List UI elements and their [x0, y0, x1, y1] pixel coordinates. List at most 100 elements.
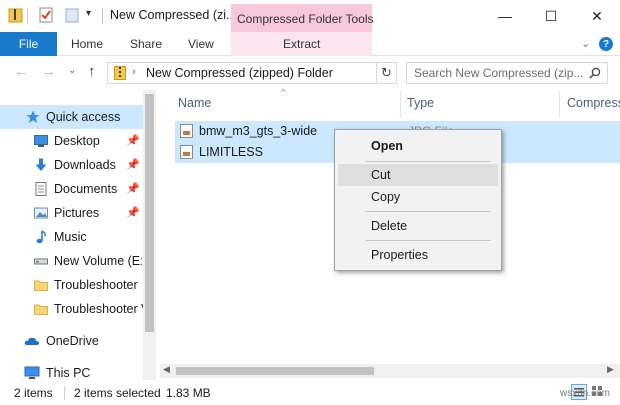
maximize-button[interactable]: ☐: [528, 0, 574, 32]
sidebar-item-label: Desktop: [54, 134, 100, 148]
documents-icon: [35, 182, 47, 196]
menu-item-label: Copy: [371, 190, 401, 204]
search-input[interactable]: Search New Compressed (zip...: [406, 62, 608, 84]
this-pc-icon: [24, 366, 40, 379]
image-file-icon: [180, 124, 193, 138]
recent-locations-icon[interactable]: ⌄: [68, 65, 76, 76]
up-button[interactable]: ↑: [88, 63, 96, 80]
column-header-compressed-size[interactable]: Compress: [567, 96, 620, 110]
menu-divider: [366, 240, 491, 241]
sidebar-item-label: New Volume (E:): [54, 254, 142, 268]
menu-item-copy[interactable]: Copy: [338, 186, 498, 208]
tab-extract[interactable]: Extract: [283, 37, 320, 51]
forward-button[interactable]: →: [41, 63, 56, 80]
folder-icon: [34, 280, 48, 291]
status-divider: [64, 386, 65, 400]
menu-item-label: Cut: [371, 168, 391, 182]
sidebar-item-label: Documents: [54, 182, 118, 196]
navigation-pane: Quick access Desktop 📌 Downloads 📌 Docum…: [0, 90, 156, 380]
breadcrumb-separator-icon: ›: [132, 66, 136, 78]
ribbon-tabs: File Home Share View Extract ⌄ ?: [0, 32, 620, 56]
drive-icon: [34, 258, 48, 265]
sidebar-item-label: Troubleshooter: [54, 278, 138, 292]
music-icon: [36, 230, 46, 244]
sidebar-item-onedrive[interactable]: OneDrive: [0, 329, 143, 353]
menu-item-label: Properties: [371, 248, 428, 262]
sidebar-item-downloads[interactable]: Downloads 📌: [0, 153, 143, 177]
new-folder-icon[interactable]: [64, 7, 80, 23]
context-tab-group-label: Compressed Folder Tools: [237, 12, 374, 26]
pictures-icon: [34, 207, 48, 219]
file-name: bmw_m3_gts_3-wide: [199, 124, 318, 138]
sidebar-item-label: Downloads: [54, 158, 116, 172]
horizontal-scrollbar-thumb[interactable]: [176, 367, 374, 375]
context-menu: Open Cut Copy Delete Properties: [334, 129, 502, 271]
properties-icon[interactable]: [38, 7, 54, 23]
menu-item-delete[interactable]: Delete: [338, 215, 498, 237]
pin-icon[interactable]: 📌: [126, 206, 140, 219]
tab-file[interactable]: File: [0, 32, 57, 56]
sidebar-item-label: This PC: [46, 366, 91, 380]
minimize-button[interactable]: —: [482, 0, 528, 32]
title-bar: ▾ New Compressed (zi... Compressed Folde…: [0, 0, 620, 32]
menu-item-open[interactable]: Open: [338, 135, 498, 157]
column-header-name[interactable]: Name: [178, 96, 211, 110]
watermark: wsxdn.com: [560, 388, 611, 399]
onedrive-icon: [24, 337, 39, 345]
sidebar-item-new-volume[interactable]: New Volume (E:): [0, 249, 143, 273]
image-file-icon: [180, 145, 193, 159]
address-bar[interactable]: › New Compressed (zipped) Folder ⌄: [107, 62, 474, 84]
column-divider[interactable]: [400, 90, 401, 118]
sidebar-item-music[interactable]: Music: [0, 225, 143, 249]
sidebar-item-documents[interactable]: Documents 📌: [0, 177, 143, 201]
sidebar-item-troubleshooter[interactable]: Troubleshooter: [0, 273, 143, 297]
window-title: New Compressed (zi...: [110, 8, 237, 22]
sidebar-item-desktop[interactable]: Desktop 📌: [0, 129, 143, 153]
zip-folder-icon: [114, 66, 126, 80]
pin-icon[interactable]: 📌: [126, 134, 140, 147]
ribbon-collapse-icon[interactable]: ⌄: [581, 37, 590, 50]
star-icon: [26, 110, 40, 123]
sidebar-item-this-pc[interactable]: This PC: [0, 361, 143, 380]
menu-divider: [366, 211, 491, 212]
refresh-button[interactable]: ↻: [377, 62, 397, 84]
menu-item-properties[interactable]: Properties: [338, 244, 498, 266]
search-icon[interactable]: [589, 67, 601, 79]
horizontal-scrollbar[interactable]: ◀ ▶: [160, 364, 620, 378]
breadcrumb[interactable]: New Compressed (zipped) Folder: [146, 66, 333, 80]
sidebar-item-troubleshooter-v[interactable]: Troubleshooter V: [0, 297, 143, 321]
nav-scrollbar[interactable]: [143, 90, 156, 380]
tab-home[interactable]: Home: [71, 37, 103, 51]
sidebar-item-label: Troubleshooter V: [54, 302, 143, 316]
column-divider[interactable]: [559, 90, 560, 118]
tab-view[interactable]: View: [188, 37, 214, 51]
item-count: 2 items: [14, 386, 53, 400]
menu-item-cut[interactable]: Cut: [338, 164, 498, 186]
menu-divider: [366, 161, 491, 162]
selection-size: 1.83 MB: [166, 386, 211, 400]
sidebar-item-pictures[interactable]: Pictures 📌: [0, 201, 143, 225]
close-button[interactable]: ✕: [574, 0, 620, 32]
selection-count: 2 items selected: [74, 386, 161, 400]
scroll-left-icon[interactable]: ◀: [163, 364, 170, 375]
nav-scrollbar-thumb[interactable]: [145, 94, 154, 332]
pin-icon[interactable]: 📌: [126, 158, 140, 171]
context-tab-group: Compressed Folder Tools: [231, 4, 374, 32]
column-header-type[interactable]: Type: [407, 96, 434, 110]
sort-ascending-icon: ^: [281, 87, 286, 97]
sidebar-item-quick-access[interactable]: Quick access: [0, 105, 143, 129]
scroll-right-icon[interactable]: ▶: [607, 364, 614, 375]
qat-customize-icon[interactable]: ▾: [86, 8, 91, 19]
menu-item-label: Delete: [371, 219, 408, 233]
menu-item-label: Open: [371, 139, 403, 153]
sidebar-item-label: OneDrive: [46, 334, 99, 348]
zip-folder-icon: [8, 8, 23, 23]
help-button[interactable]: ?: [599, 37, 613, 51]
back-button[interactable]: ←: [14, 63, 29, 80]
tab-share[interactable]: Share: [130, 37, 162, 51]
sidebar-item-label: Music: [54, 230, 87, 244]
desktop-icon: [34, 135, 48, 147]
file-name: LIMITLESS: [199, 145, 263, 159]
address-row: ← → ⌄ ↑ › New Compressed (zipped) Folder…: [0, 56, 620, 90]
pin-icon[interactable]: 📌: [126, 182, 140, 195]
